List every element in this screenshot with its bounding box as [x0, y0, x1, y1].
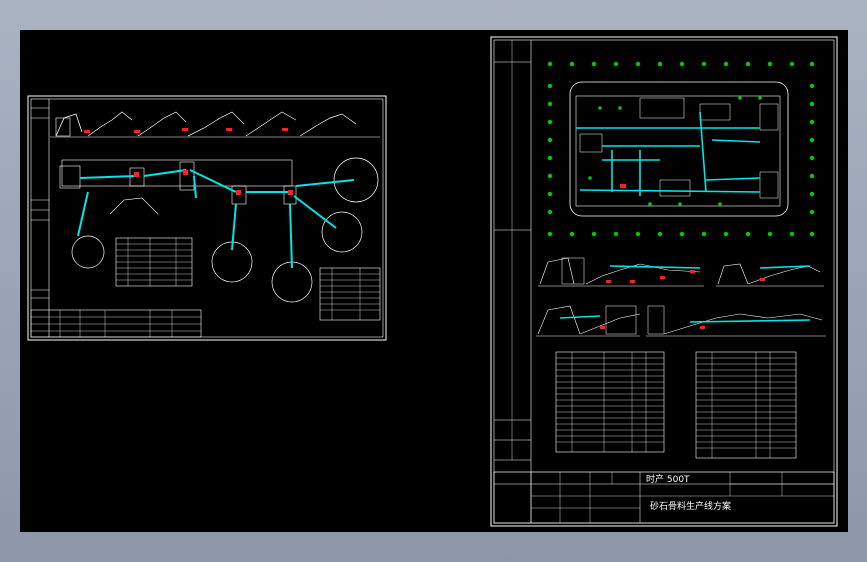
cad-drawing: 时产 500T 砂石骨料生产线方案: [27, 36, 838, 527]
right-conveyors: [559, 111, 811, 323]
right-sheet: [490, 36, 838, 527]
capacity-label: 时产 500T: [646, 473, 690, 485]
site-trees: [547, 61, 815, 237]
drawing-title: 砂石骨料生产线方案: [650, 500, 731, 512]
left-conveyors: [77, 169, 355, 269]
left-red-marks: [84, 128, 293, 195]
